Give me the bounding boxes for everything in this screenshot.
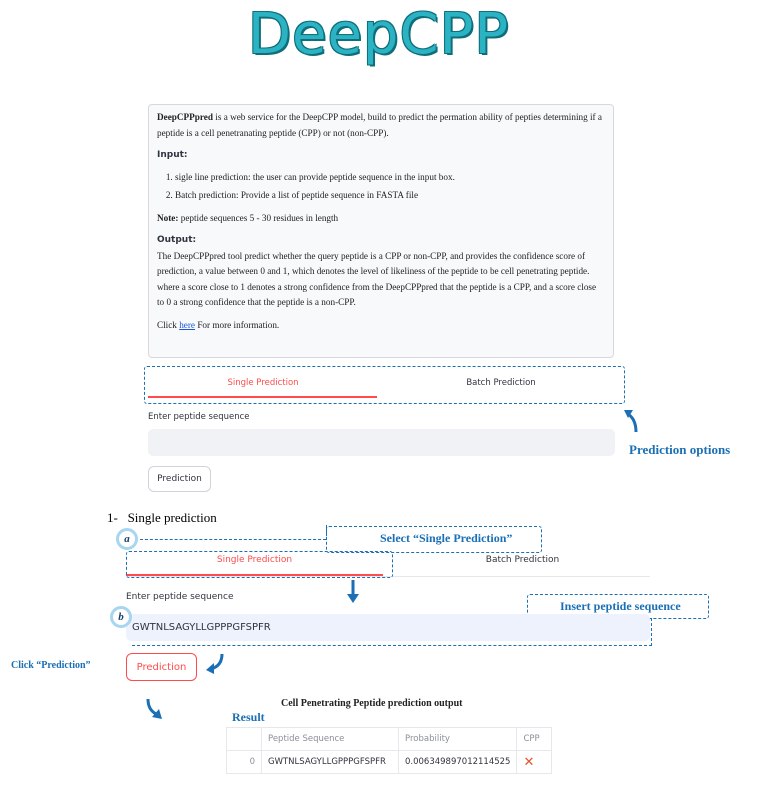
table-header-cpp: CPP: [516, 727, 553, 751]
app-logo: DeepCPP: [247, 2, 510, 67]
note-bold: Note:: [157, 212, 179, 223]
input-list: sigle line prediction: the user can prov…: [157, 170, 605, 204]
section-title: 1- Single prediction: [107, 510, 217, 525]
input-item: Batch prediction: Provide a list of pept…: [175, 188, 605, 204]
note-text: peptide sequences 5 - 30 residues in len…: [178, 212, 339, 223]
row-cpp: ✕: [516, 750, 553, 774]
note-paragraph: Note: peptide sequences 5 - 30 residues …: [157, 211, 605, 227]
curved-arrow-down-icon: [146, 698, 162, 719]
step-a-marker: a: [116, 528, 138, 550]
top-prediction-button[interactable]: Prediction: [148, 466, 211, 492]
step-b-marker: b: [110, 606, 132, 628]
prediction-options-annotation: Prediction options: [629, 442, 731, 457]
more-info-link[interactable]: here: [179, 320, 195, 330]
click-paragraph: Click here For more information.: [157, 318, 605, 334]
result-annotation: Result: [232, 710, 265, 724]
tab-batch-prediction[interactable]: Batch Prediction: [385, 378, 617, 388]
bottom-prediction-button[interactable]: Prediction: [126, 653, 197, 681]
cross-icon: ✕: [523, 754, 535, 770]
active-tab-indicator: [148, 396, 377, 398]
bottom-input-label: Enter peptide sequence: [126, 592, 234, 602]
curved-arrow-left-icon: [206, 653, 224, 674]
row-index: 0: [226, 750, 262, 774]
table-header-sequence: Peptide Sequence: [261, 727, 399, 751]
bottom-tab-batch-prediction[interactable]: Batch Prediction: [395, 555, 650, 565]
click-post: For more information.: [195, 319, 280, 330]
intro-paragraph: DeepCPPpred is a web service for the Dee…: [157, 110, 605, 141]
input-header: Input:: [157, 150, 188, 160]
table-header-probability: Probability: [397, 727, 518, 751]
table-header-index: [226, 727, 262, 751]
result-table: Peptide Sequence Probability CPP 0 GWTNL…: [226, 727, 553, 774]
output-header: Output:: [157, 235, 197, 245]
top-input-label: Enter peptide sequence: [148, 412, 250, 422]
row-probability: 0.006349897012114525: [397, 750, 518, 774]
table-row: 0 GWTNLSAGYLLGPPPGFSPFR 0.00634989701211…: [226, 750, 553, 774]
description-panel: DeepCPPpred is a web service for the Dee…: [148, 104, 614, 358]
output-paragraph: The DeepCPPpred tool predict whether the…: [157, 250, 597, 308]
single-tab-highlight: [126, 551, 393, 578]
intro-text: is a web service for the DeepCPP model, …: [157, 112, 602, 138]
step-a-connector: [140, 539, 326, 540]
click-prediction-annotation: Click “Prediction”: [11, 660, 91, 671]
intro-bold: DeepCPPpred: [157, 112, 213, 122]
click-pre: Click: [157, 319, 180, 330]
table-header-row: Peptide Sequence Probability CPP: [226, 727, 553, 751]
step-b-annotation: Insert peptide sequence: [560, 599, 681, 613]
arrow-down-icon: [347, 580, 359, 603]
step-b-highlight: [132, 618, 652, 646]
output-title: Cell Penetrating Peptide prediction outp…: [281, 698, 463, 709]
top-peptide-input[interactable]: [148, 429, 615, 456]
curved-arrow-up-icon: [624, 410, 638, 433]
step-a-annotation: Select “Single Prediction”: [380, 531, 513, 545]
row-sequence: GWTNLSAGYLLGPPPGFSPFR: [261, 750, 399, 774]
tab-single-prediction[interactable]: Single Prediction: [148, 378, 378, 388]
input-item: sigle line prediction: the user can prov…: [175, 170, 605, 186]
